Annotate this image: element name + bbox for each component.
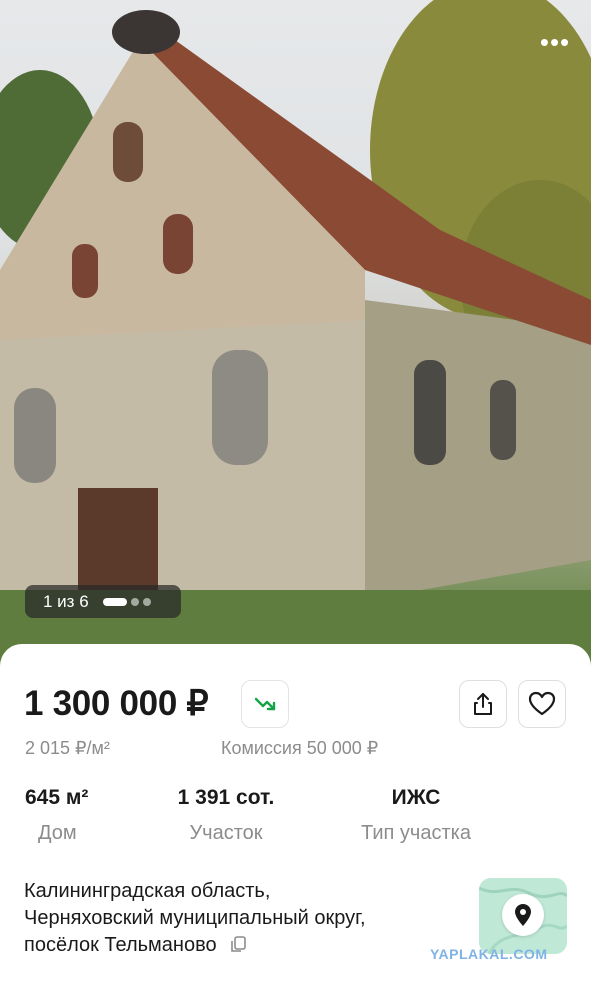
stat-value: ИЖС	[391, 786, 441, 809]
watermark: YAPLAKAL.COM	[430, 946, 548, 962]
pagination-dot-active	[102, 597, 127, 606]
stat-value: 1 391 сот.	[177, 786, 275, 809]
stat-label: Участок	[189, 822, 263, 844]
address-line: Черняховский муниципальный округ,	[24, 907, 366, 929]
share-button[interactable]	[459, 680, 507, 728]
map-pin	[502, 894, 544, 936]
price-history-button[interactable]	[241, 680, 289, 728]
favorite-button[interactable]	[518, 680, 566, 728]
stat-house-area: 645 м² Дом	[25, 786, 88, 845]
commission-text: Комиссия 50 000 ₽	[221, 738, 379, 758]
more-options-button[interactable]: •••	[539, 27, 571, 57]
stat-plot-type: ИЖС Тип участка	[346, 786, 486, 845]
map-preview[interactable]	[479, 878, 567, 954]
address-line: посёлок Тельманово	[24, 932, 366, 961]
pagination-dot	[142, 597, 151, 606]
stat-label: Дом	[38, 822, 77, 844]
listing-photo[interactable]: ••• 1 из 6	[0, 0, 591, 670]
address-line-text: посёлок Тельманово	[24, 934, 217, 956]
copy-icon[interactable]	[229, 934, 247, 961]
stat-value: 645 м²	[25, 786, 89, 809]
address-line: Калининградская область,	[24, 880, 271, 902]
price-down-trend-icon	[254, 697, 276, 711]
photo-counter: 1 из 6	[25, 585, 181, 618]
price-per-square-meter: 2 015 ₽/м²	[25, 738, 110, 758]
share-icon	[474, 693, 492, 715]
pagination-dot	[130, 597, 139, 606]
heart-icon	[528, 691, 556, 716]
listing-details-card: 1 300 000 ₽ 2 015 ₽/м² Комиссия 50 000 ₽…	[0, 644, 591, 987]
stat-plot-area: 1 391 сот. Участок	[160, 786, 292, 845]
photo-pagination-dots	[102, 597, 151, 606]
location-pin-icon	[515, 904, 531, 926]
building-photo	[0, 0, 591, 670]
more-horizontal-icon: •••	[539, 27, 571, 57]
photo-counter-text: 1 из 6	[43, 591, 89, 611]
listing-price: 1 300 000 ₽	[24, 684, 209, 723]
stat-label: Тип участка	[361, 822, 471, 844]
listing-address[interactable]: Калининградская область, Черняховский му…	[24, 878, 366, 961]
